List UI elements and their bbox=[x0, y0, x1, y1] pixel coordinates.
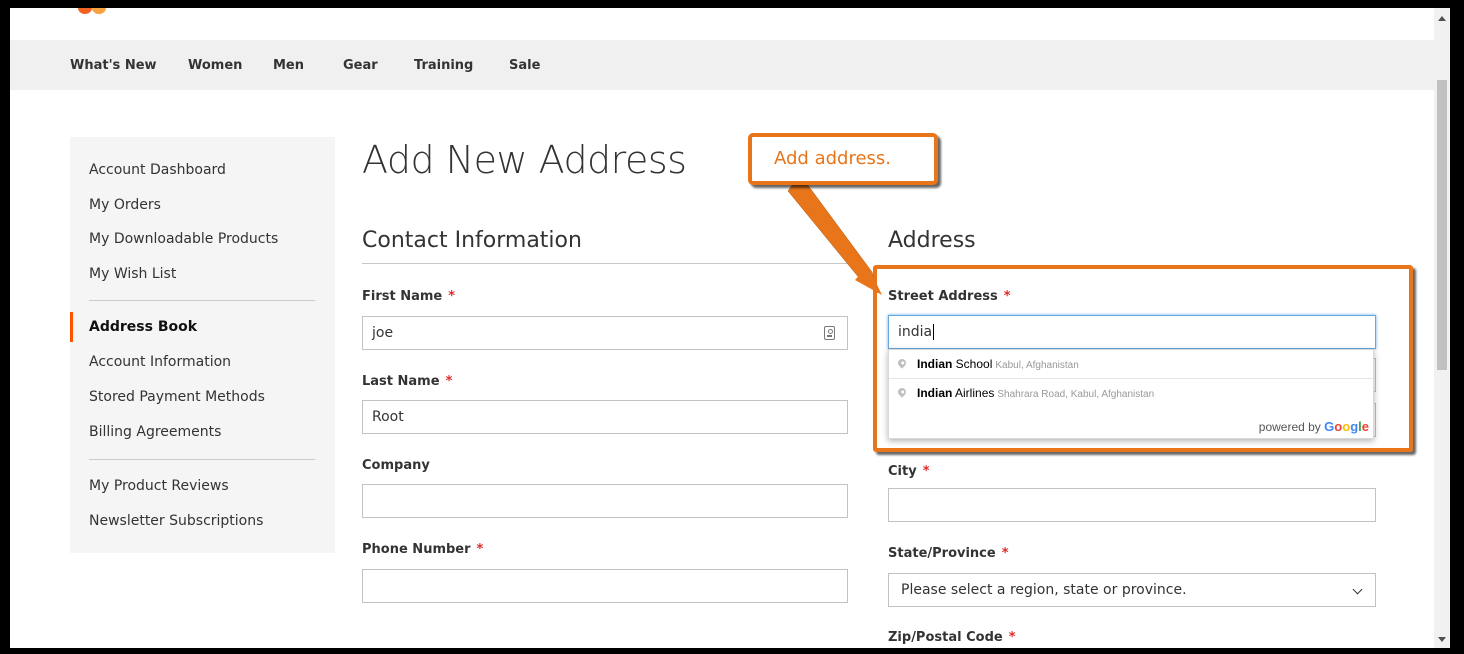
state-label-text: State/Province bbox=[888, 546, 996, 561]
city-label-text: City bbox=[888, 464, 917, 479]
scrollbar-thumb[interactable] bbox=[1437, 80, 1447, 370]
contact-card-icon[interactable] bbox=[824, 326, 835, 340]
suggestion-text: Indian School Kabul, Afghanistan bbox=[917, 357, 1079, 371]
first-name-label-text: First Name bbox=[362, 289, 443, 304]
google-letter: G bbox=[1324, 419, 1335, 434]
phone-label-text: Phone Number bbox=[362, 542, 471, 557]
suggestion-secondary: Shahrara Road, Kabul, Afghanistan bbox=[997, 389, 1155, 400]
annotation-callout: Add address. bbox=[748, 133, 938, 185]
logo[interactable] bbox=[78, 8, 122, 14]
sidebar-divider bbox=[89, 459, 315, 460]
contact-info-heading: Contact Information bbox=[362, 228, 582, 253]
state-select-value: Please select a region, state or provinc… bbox=[901, 582, 1187, 598]
google-letter: g bbox=[1350, 419, 1359, 434]
state-select[interactable]: Please select a region, state or provinc… bbox=[888, 573, 1376, 607]
city-label: City * bbox=[888, 464, 930, 479]
sidebar-item-account-information[interactable]: Account Information bbox=[89, 354, 231, 370]
state-label: State/Province * bbox=[888, 546, 1009, 561]
map-pin-icon bbox=[896, 386, 908, 398]
scroll-down-arrow-icon[interactable] bbox=[1438, 637, 1446, 642]
last-name-label: Last Name * bbox=[362, 374, 452, 389]
sidebar-item-downloadable-products[interactable]: My Downloadable Products bbox=[89, 231, 278, 247]
phone-label: Phone Number * bbox=[362, 542, 483, 557]
nav-training[interactable]: Training bbox=[414, 58, 473, 73]
address-heading: Address bbox=[888, 228, 976, 253]
powered-by-text: powered by bbox=[1258, 420, 1321, 434]
address-autocomplete-dropdown: Indian School Kabul, Afghanistan Indian A… bbox=[888, 349, 1374, 439]
scroll-up-arrow-icon[interactable] bbox=[1438, 16, 1446, 21]
company-label: Company bbox=[362, 458, 430, 473]
last-name-label-text: Last Name bbox=[362, 374, 440, 389]
google-logo: Google bbox=[1324, 419, 1369, 434]
suggestion-match: Indian bbox=[917, 386, 953, 400]
vertical-scrollbar[interactable] bbox=[1434, 8, 1450, 648]
city-input[interactable] bbox=[888, 488, 1376, 522]
sidebar-item-product-reviews[interactable]: My Product Reviews bbox=[89, 478, 229, 494]
google-letter: o bbox=[1342, 419, 1351, 434]
phone-input[interactable] bbox=[362, 569, 848, 603]
suggestion-rest: Airlines bbox=[952, 386, 995, 400]
suggestion-main: Indian Airlines bbox=[917, 386, 994, 400]
required-marker: * bbox=[448, 289, 456, 304]
logo-mark bbox=[78, 8, 92, 14]
sidebar-item-newsletter[interactable]: Newsletter Subscriptions bbox=[89, 513, 263, 529]
google-letter: e bbox=[1361, 419, 1369, 434]
first-name-input[interactable]: joe bbox=[362, 316, 848, 350]
street-address-label: Street Address * bbox=[888, 289, 1011, 304]
callout-text: Add address. bbox=[774, 148, 892, 169]
zip-label: Zip/Postal Code * bbox=[888, 630, 1016, 645]
sidebar-item-wish-list[interactable]: My Wish List bbox=[89, 266, 176, 282]
sidebar-item-stored-payment-methods[interactable]: Stored Payment Methods bbox=[89, 389, 265, 405]
sidebar-item-billing-agreements[interactable]: Billing Agreements bbox=[89, 424, 221, 440]
browser-viewport: What's New Women Men Gear Training Sale … bbox=[10, 8, 1450, 648]
required-marker: * bbox=[476, 542, 484, 557]
logo-mark bbox=[92, 8, 106, 14]
nav-whats-new[interactable]: What's New bbox=[70, 58, 157, 73]
autocomplete-suggestion[interactable]: Indian School Kabul, Afghanistan bbox=[889, 350, 1373, 378]
chevron-down-icon bbox=[1352, 584, 1363, 595]
suggestion-main: Indian School bbox=[917, 357, 992, 371]
suggestion-match: Indian bbox=[917, 357, 953, 371]
suggestion-secondary: Kabul, Afghanistan bbox=[995, 360, 1079, 371]
text-cursor bbox=[933, 324, 935, 340]
sidebar-active-indicator bbox=[70, 312, 73, 342]
first-name-value: joe bbox=[372, 325, 394, 341]
street-address-label-text: Street Address bbox=[888, 289, 998, 304]
nav-men[interactable]: Men bbox=[273, 58, 304, 73]
autocomplete-suggestion[interactable]: Indian Airlines Shahrara Road, Kabul, Afg… bbox=[889, 378, 1373, 406]
last-name-value: Root bbox=[372, 409, 404, 425]
nav-women[interactable]: Women bbox=[188, 58, 242, 73]
required-marker: * bbox=[1001, 546, 1009, 561]
company-label-text: Company bbox=[362, 458, 430, 473]
required-marker: * bbox=[922, 464, 930, 479]
required-marker: * bbox=[1008, 630, 1016, 645]
required-marker: * bbox=[445, 374, 453, 389]
nav-gear[interactable]: Gear bbox=[343, 58, 378, 73]
suggestion-text: Indian Airlines Shahrara Road, Kabul, Afg… bbox=[917, 386, 1154, 400]
sidebar-item-account-dashboard[interactable]: Account Dashboard bbox=[89, 162, 226, 178]
street-address-input[interactable]: india bbox=[888, 315, 1376, 349]
map-pin-icon bbox=[896, 357, 908, 369]
zip-label-text: Zip/Postal Code bbox=[888, 630, 1003, 645]
first-name-label: First Name * bbox=[362, 289, 455, 304]
section-divider bbox=[362, 263, 848, 264]
powered-by-google: powered by Google bbox=[1259, 419, 1369, 434]
sidebar-item-my-orders[interactable]: My Orders bbox=[89, 197, 161, 213]
sidebar-item-address-book[interactable]: Address Book bbox=[89, 319, 197, 335]
suggestion-rest: School bbox=[952, 357, 993, 371]
last-name-input[interactable]: Root bbox=[362, 400, 848, 434]
account-sidebar: Account Dashboard My Orders My Downloada… bbox=[70, 137, 335, 553]
page-title: Add New Address bbox=[362, 138, 687, 182]
company-input[interactable] bbox=[362, 484, 848, 518]
main-nav: What's New Women Men Gear Training Sale bbox=[10, 40, 1434, 90]
street-address-value: india bbox=[898, 324, 933, 340]
nav-sale[interactable]: Sale bbox=[509, 58, 540, 73]
required-marker: * bbox=[1003, 289, 1011, 304]
sidebar-divider bbox=[89, 300, 315, 301]
